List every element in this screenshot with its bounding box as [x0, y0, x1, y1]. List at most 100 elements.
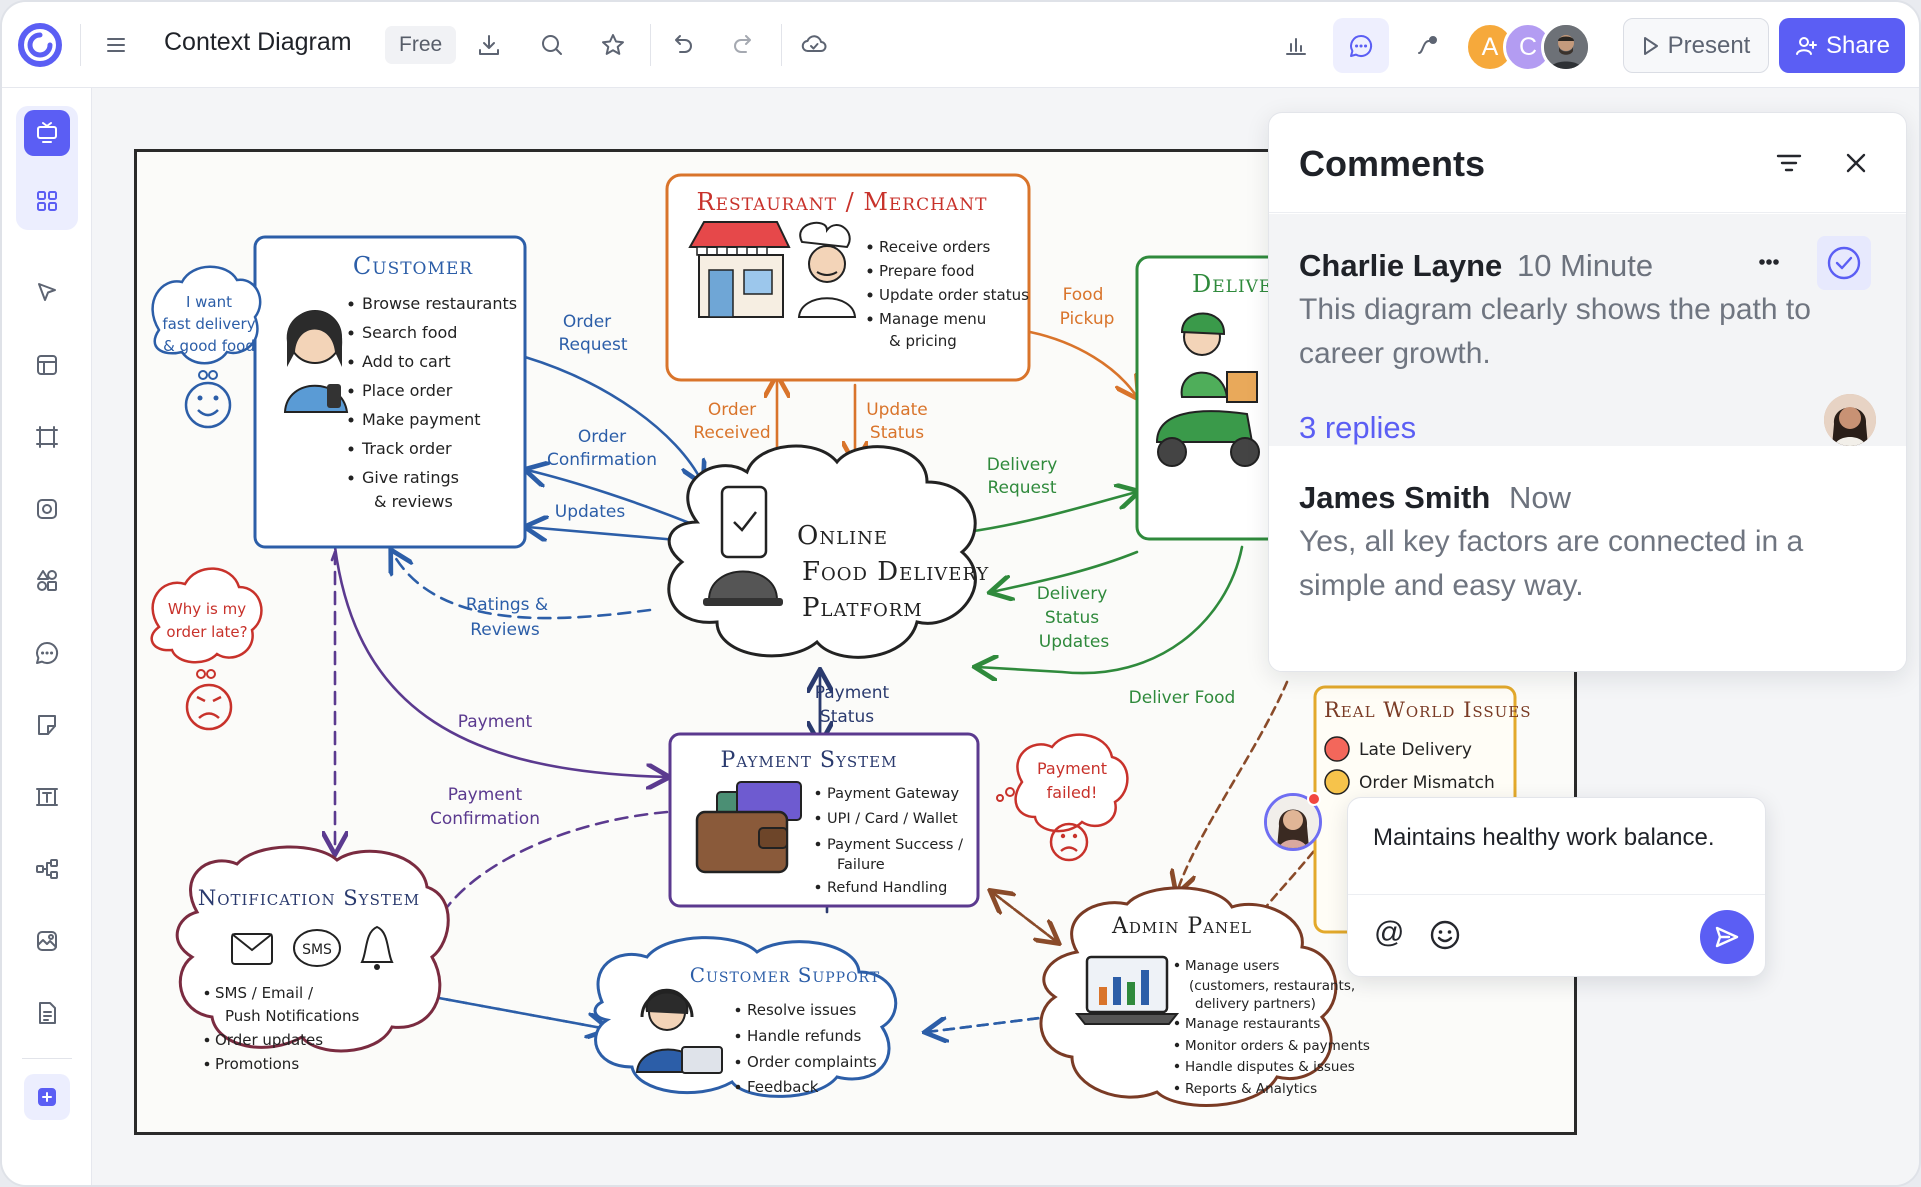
- shape-icon[interactable]: [24, 486, 70, 532]
- shapes-library-icon[interactable]: [24, 558, 70, 604]
- angry-emoji-icon: [1324, 736, 1350, 762]
- arrow-food-pickup: [1028, 330, 1137, 397]
- layout-template-icon[interactable]: [24, 342, 70, 388]
- admin-item: Reports & Analytics: [1185, 1081, 1317, 1097]
- connector-icon[interactable]: [1405, 23, 1449, 67]
- notification-cloud: Notification System SMS SMS / Email / Pu…: [175, 845, 450, 1073]
- chart-icon[interactable]: [1274, 23, 1318, 67]
- comment-toggle-icon[interactable]: [1333, 18, 1389, 73]
- search-icon[interactable]: [530, 23, 574, 67]
- more-options-icon[interactable]: [1749, 242, 1789, 282]
- comment-composer: @: [1347, 797, 1766, 977]
- issue-item: Late Delivery: [1359, 740, 1472, 760]
- unread-dot: [1307, 792, 1321, 806]
- app-window: Context Diagram Free A C Present Share O…: [0, 0, 1921, 1187]
- top-toolbar: Context Diagram Free A C Present Share: [2, 2, 1919, 88]
- label-deliver-food: Deliver Food: [1129, 688, 1236, 708]
- board-mode-icon[interactable]: [24, 110, 70, 156]
- admin-item: Monitor orders & payments: [1185, 1038, 1370, 1054]
- mail-icon: [231, 933, 273, 965]
- comment-thread[interactable]: Charlie Layne 10 Minute This diagram cle…: [1269, 214, 1906, 446]
- laptop-analytics-illustration: [1074, 955, 1180, 1025]
- support-title: Customer Support: [690, 963, 880, 987]
- grid-view-icon[interactable]: [24, 178, 70, 224]
- text-tool-icon[interactable]: [24, 774, 70, 820]
- comment-author: James Smith: [1299, 480, 1491, 515]
- restaurant-title: Restaurant / Merchant: [697, 188, 988, 216]
- want-bubble-line: fast delivery: [162, 315, 255, 333]
- filter-icon[interactable]: [1769, 143, 1809, 183]
- replies-link[interactable]: 3 replies: [1299, 410, 1416, 446]
- customer-item: Track order: [361, 439, 452, 458]
- close-icon[interactable]: [1836, 143, 1876, 183]
- add-more-icon[interactable]: [24, 1074, 70, 1120]
- comments-title: Comments: [1299, 143, 1486, 184]
- customer-item: Browse restaurants: [362, 294, 517, 313]
- issues-title: Real World Issues: [1324, 698, 1532, 722]
- sms-badge-label: SMS: [302, 942, 332, 958]
- undo-icon[interactable]: [660, 23, 704, 67]
- document-icon[interactable]: [24, 990, 70, 1036]
- rail-divider: [22, 1058, 72, 1059]
- customer-title: Customer: [353, 252, 473, 280]
- admin-item: delivery partners): [1195, 996, 1316, 1012]
- platform-title-2: Food Delivery: [802, 557, 989, 587]
- payment-title: Payment System: [721, 748, 898, 773]
- issue-item: Order Mismatch: [1359, 773, 1495, 793]
- label-payment-status-2: Status: [820, 707, 874, 727]
- star-icon[interactable]: [591, 23, 635, 67]
- composer-divider: [1348, 894, 1765, 895]
- share-button[interactable]: Share: [1779, 18, 1905, 73]
- document-title[interactable]: Context Diagram: [164, 28, 352, 57]
- support-item: Feedback: [747, 1078, 819, 1096]
- arrow-payment-confirmation: [430, 810, 669, 934]
- label-payment-confirmation-2: Confirmation: [430, 809, 540, 829]
- platform-cloud: Online Food Delivery Platform: [667, 444, 989, 659]
- mind-map-icon[interactable]: [24, 846, 70, 892]
- customer-item: & reviews: [374, 492, 453, 511]
- label-delivery-status-3: Updates: [1039, 632, 1110, 652]
- comment-tool-icon[interactable]: [24, 630, 70, 676]
- notification-item: SMS / Email /: [215, 984, 314, 1002]
- resolve-check-icon[interactable]: [1817, 236, 1871, 290]
- cloud-sync-icon[interactable]: [792, 23, 836, 67]
- app-logo-icon[interactable]: [18, 23, 62, 67]
- late-bubble: Why is my order late?: [150, 567, 263, 731]
- frame-icon[interactable]: [24, 414, 70, 460]
- label-payment-status-1: Payment: [815, 683, 890, 703]
- support-item: Resolve issues: [747, 1001, 857, 1019]
- emoji-icon[interactable]: [1428, 918, 1462, 952]
- platform-title-1: Online: [797, 521, 888, 551]
- restaurant-item: & pricing: [889, 332, 957, 350]
- toolbar-divider: [781, 24, 782, 66]
- comments-header: Comments: [1269, 113, 1906, 213]
- sticky-note-icon[interactable]: [24, 702, 70, 748]
- menu-icon[interactable]: [94, 23, 138, 67]
- collaborator-avatar[interactable]: [1541, 22, 1591, 72]
- download-icon[interactable]: [467, 23, 511, 67]
- support-item: Order complaints: [747, 1053, 877, 1071]
- customer-box: Customer Browse restaurants Search food …: [253, 235, 527, 549]
- payment-failed-line: failed!: [1047, 783, 1098, 802]
- select-cursor-icon[interactable]: [24, 270, 70, 316]
- mention-icon[interactable]: @: [1374, 916, 1404, 950]
- support-cloud: Customer Support Resolve issues Handle r…: [593, 936, 898, 1098]
- label-order-request-2: Request: [558, 335, 627, 355]
- image-upload-icon[interactable]: [24, 918, 70, 964]
- admin-item: (customers, restaurants,: [1189, 978, 1355, 994]
- send-button[interactable]: [1700, 910, 1754, 964]
- want-bubble: I want fast delivery & good food: [151, 265, 262, 429]
- label-ratings-2: Reviews: [470, 620, 540, 640]
- want-bubble-line: & good food: [163, 337, 255, 355]
- angry-face-icon: [185, 683, 233, 731]
- label-ratings-1: Ratings &: [466, 595, 548, 615]
- redo-icon[interactable]: [722, 23, 766, 67]
- comment-input[interactable]: [1373, 814, 1753, 862]
- restaurant-item: Prepare food: [879, 262, 975, 280]
- confused-emoji-icon: [1324, 769, 1350, 795]
- comment-thread[interactable]: James Smith Now Yes, all key factors are…: [1269, 446, 1906, 671]
- admin-item: Handle disputes & issues: [1185, 1059, 1355, 1075]
- collaborator-avatars[interactable]: A C: [1465, 22, 1595, 74]
- present-button[interactable]: Present: [1623, 18, 1769, 73]
- comment-time: Now: [1509, 480, 1572, 515]
